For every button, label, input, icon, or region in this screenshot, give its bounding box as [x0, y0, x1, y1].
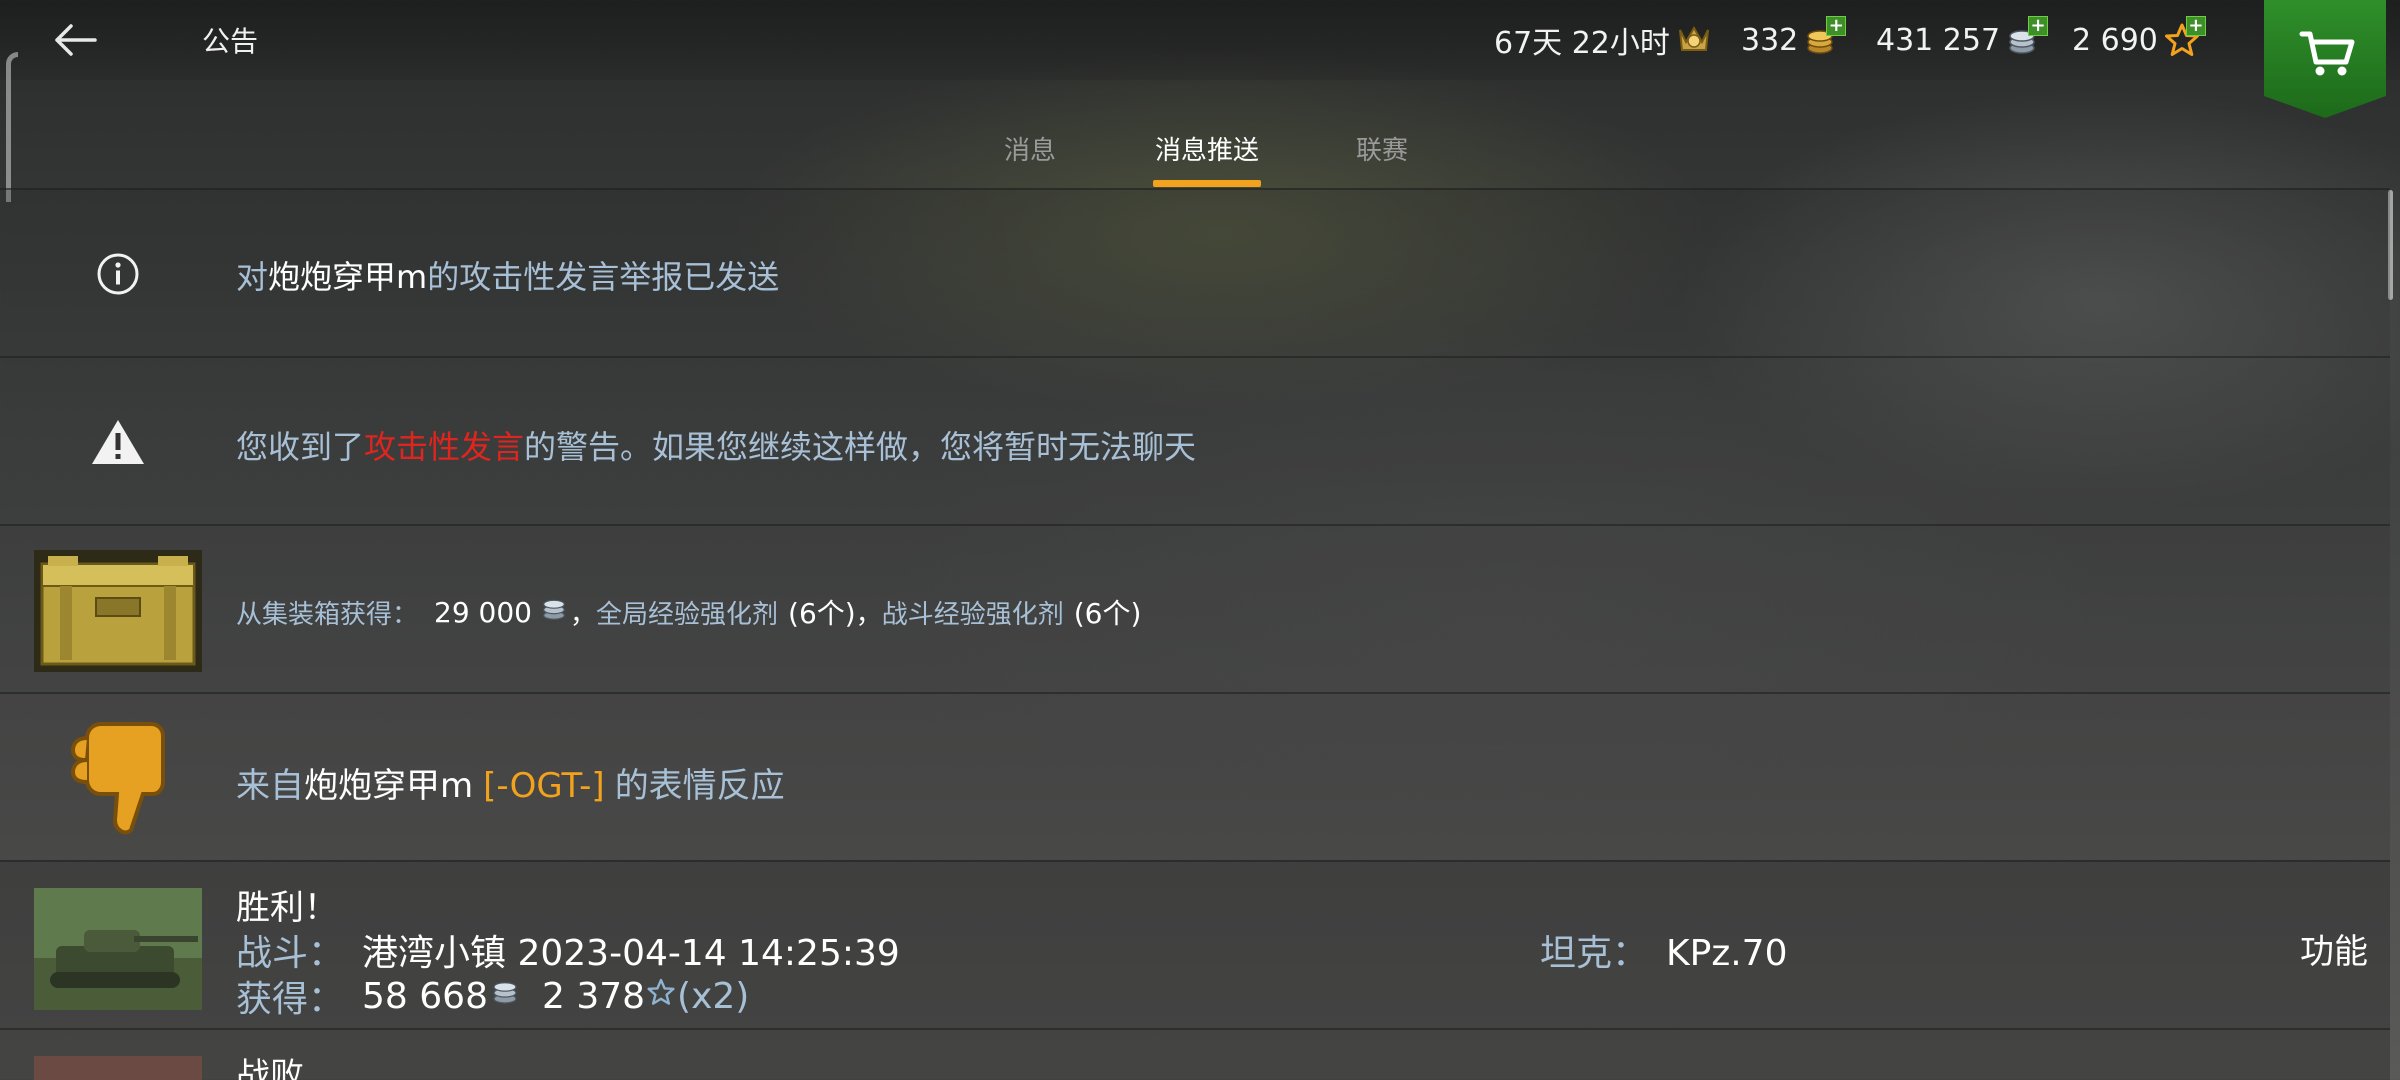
- report-message-text: 对炮炮穿甲m的攻击性发言举报已发送: [236, 258, 780, 296]
- active-tab-indicator: [1153, 180, 1261, 187]
- xp-plus-icon[interactable]: +: [2185, 16, 2206, 36]
- xp-star-icon: [645, 976, 677, 1017]
- list-item-warning[interactable]: 您收到了攻击性发言的警告。如果您继续这样做，您将暂时无法聊天: [0, 356, 2390, 524]
- earned-info: 获得： 58 668 2 378 (x2): [236, 975, 750, 1021]
- credits-counter[interactable]: 431 257 +: [1876, 16, 2049, 62]
- warning-icon: [34, 380, 202, 504]
- tab-messages[interactable]: 消息: [1004, 130, 1056, 167]
- gold-value: 332: [1741, 22, 1799, 58]
- clan-tag: [-OGT-]: [483, 766, 605, 806]
- free-xp-value: 2 690: [2072, 22, 2158, 58]
- premium-time[interactable]: 67天 22小时: [1494, 18, 1714, 62]
- gold-plus-icon[interactable]: +: [1826, 16, 1847, 36]
- list-item-report-sent[interactable]: 对炮炮穿甲m的攻击性发言举报已发送: [0, 188, 2390, 356]
- reward-item-1: 全局经验强化剂: [596, 599, 779, 630]
- tab-notifications[interactable]: 消息推送: [1155, 130, 1259, 167]
- silver-icon: +: [2004, 16, 2049, 60]
- container-crate-image: [34, 550, 202, 672]
- details-button[interactable]: 功能: [2300, 924, 2368, 973]
- reward-credits: 29 000: [434, 595, 532, 629]
- gold-icon: +: [1802, 16, 1847, 60]
- tank-thumbnail: [34, 1056, 202, 1080]
- player-name: 炮炮穿甲m: [304, 766, 474, 806]
- xp-multiplier: (x2): [677, 975, 750, 1017]
- silver-icon: [538, 594, 570, 631]
- back-button[interactable]: [40, 12, 110, 68]
- page-title: 公告: [202, 25, 259, 58]
- warning-highlight: 攻击性发言: [364, 428, 525, 466]
- list-item-container-reward[interactable]: 从集装箱获得： 29 000 ， 全局经验强化剂 (6个) ， 战斗经验强化剂 …: [0, 524, 2390, 692]
- reaction-message-text: 来自炮炮穿甲m [-OGT-] 的表情反应: [236, 766, 785, 806]
- gold-counter[interactable]: 332 +: [1741, 16, 1847, 62]
- earned-xp: 2 378: [541, 975, 646, 1017]
- premium-time-value: 67天 22小时: [1494, 26, 1670, 61]
- container-reward-text: 从集装箱获得： 29 000 ， 全局经验强化剂 (6个) ， 战斗经验强化剂 …: [236, 594, 1142, 631]
- defeat-title: 战败: [236, 1056, 304, 1080]
- tab-league[interactable]: 联赛: [1356, 130, 1408, 167]
- back-arrow-icon: [55, 24, 97, 56]
- silver-icon: [488, 976, 522, 1017]
- victory-title: 胜利！: [236, 888, 338, 928]
- tank-thumbnail: [34, 888, 202, 1010]
- thumbs-down-icon: [34, 716, 202, 840]
- credits-plus-icon[interactable]: +: [2028, 16, 2049, 36]
- star-icon: +: [2162, 16, 2206, 60]
- credits-value: 431 257: [1876, 22, 2001, 58]
- list-item-battle-defeat[interactable]: 战败: [0, 1028, 2390, 1080]
- list-item-reaction[interactable]: 来自炮炮穿甲m [-OGT-] 的表情反应: [0, 692, 2390, 860]
- info-icon: [34, 212, 202, 336]
- warning-message-text: 您收到了攻击性发言的警告。如果您继续这样做，您将暂时无法聊天: [236, 428, 1197, 466]
- tank-info: 坦克： KPz.70: [1540, 933, 1788, 974]
- premium-icon: [1674, 20, 1714, 60]
- free-xp-counter[interactable]: 2 690 +: [2072, 16, 2206, 62]
- list-item-battle-victory[interactable]: 胜利！ 战斗： 港湾小镇 2023-04-14 14:25:39 获得： 58 6…: [0, 860, 2390, 1028]
- earned-credits: 58 668: [362, 975, 488, 1017]
- reward-item-2: 战斗经验强化剂: [881, 599, 1064, 630]
- battle-info: 战斗： 港湾小镇 2023-04-14 14:25:39: [236, 933, 900, 974]
- player-name: 炮炮穿甲m: [268, 258, 428, 296]
